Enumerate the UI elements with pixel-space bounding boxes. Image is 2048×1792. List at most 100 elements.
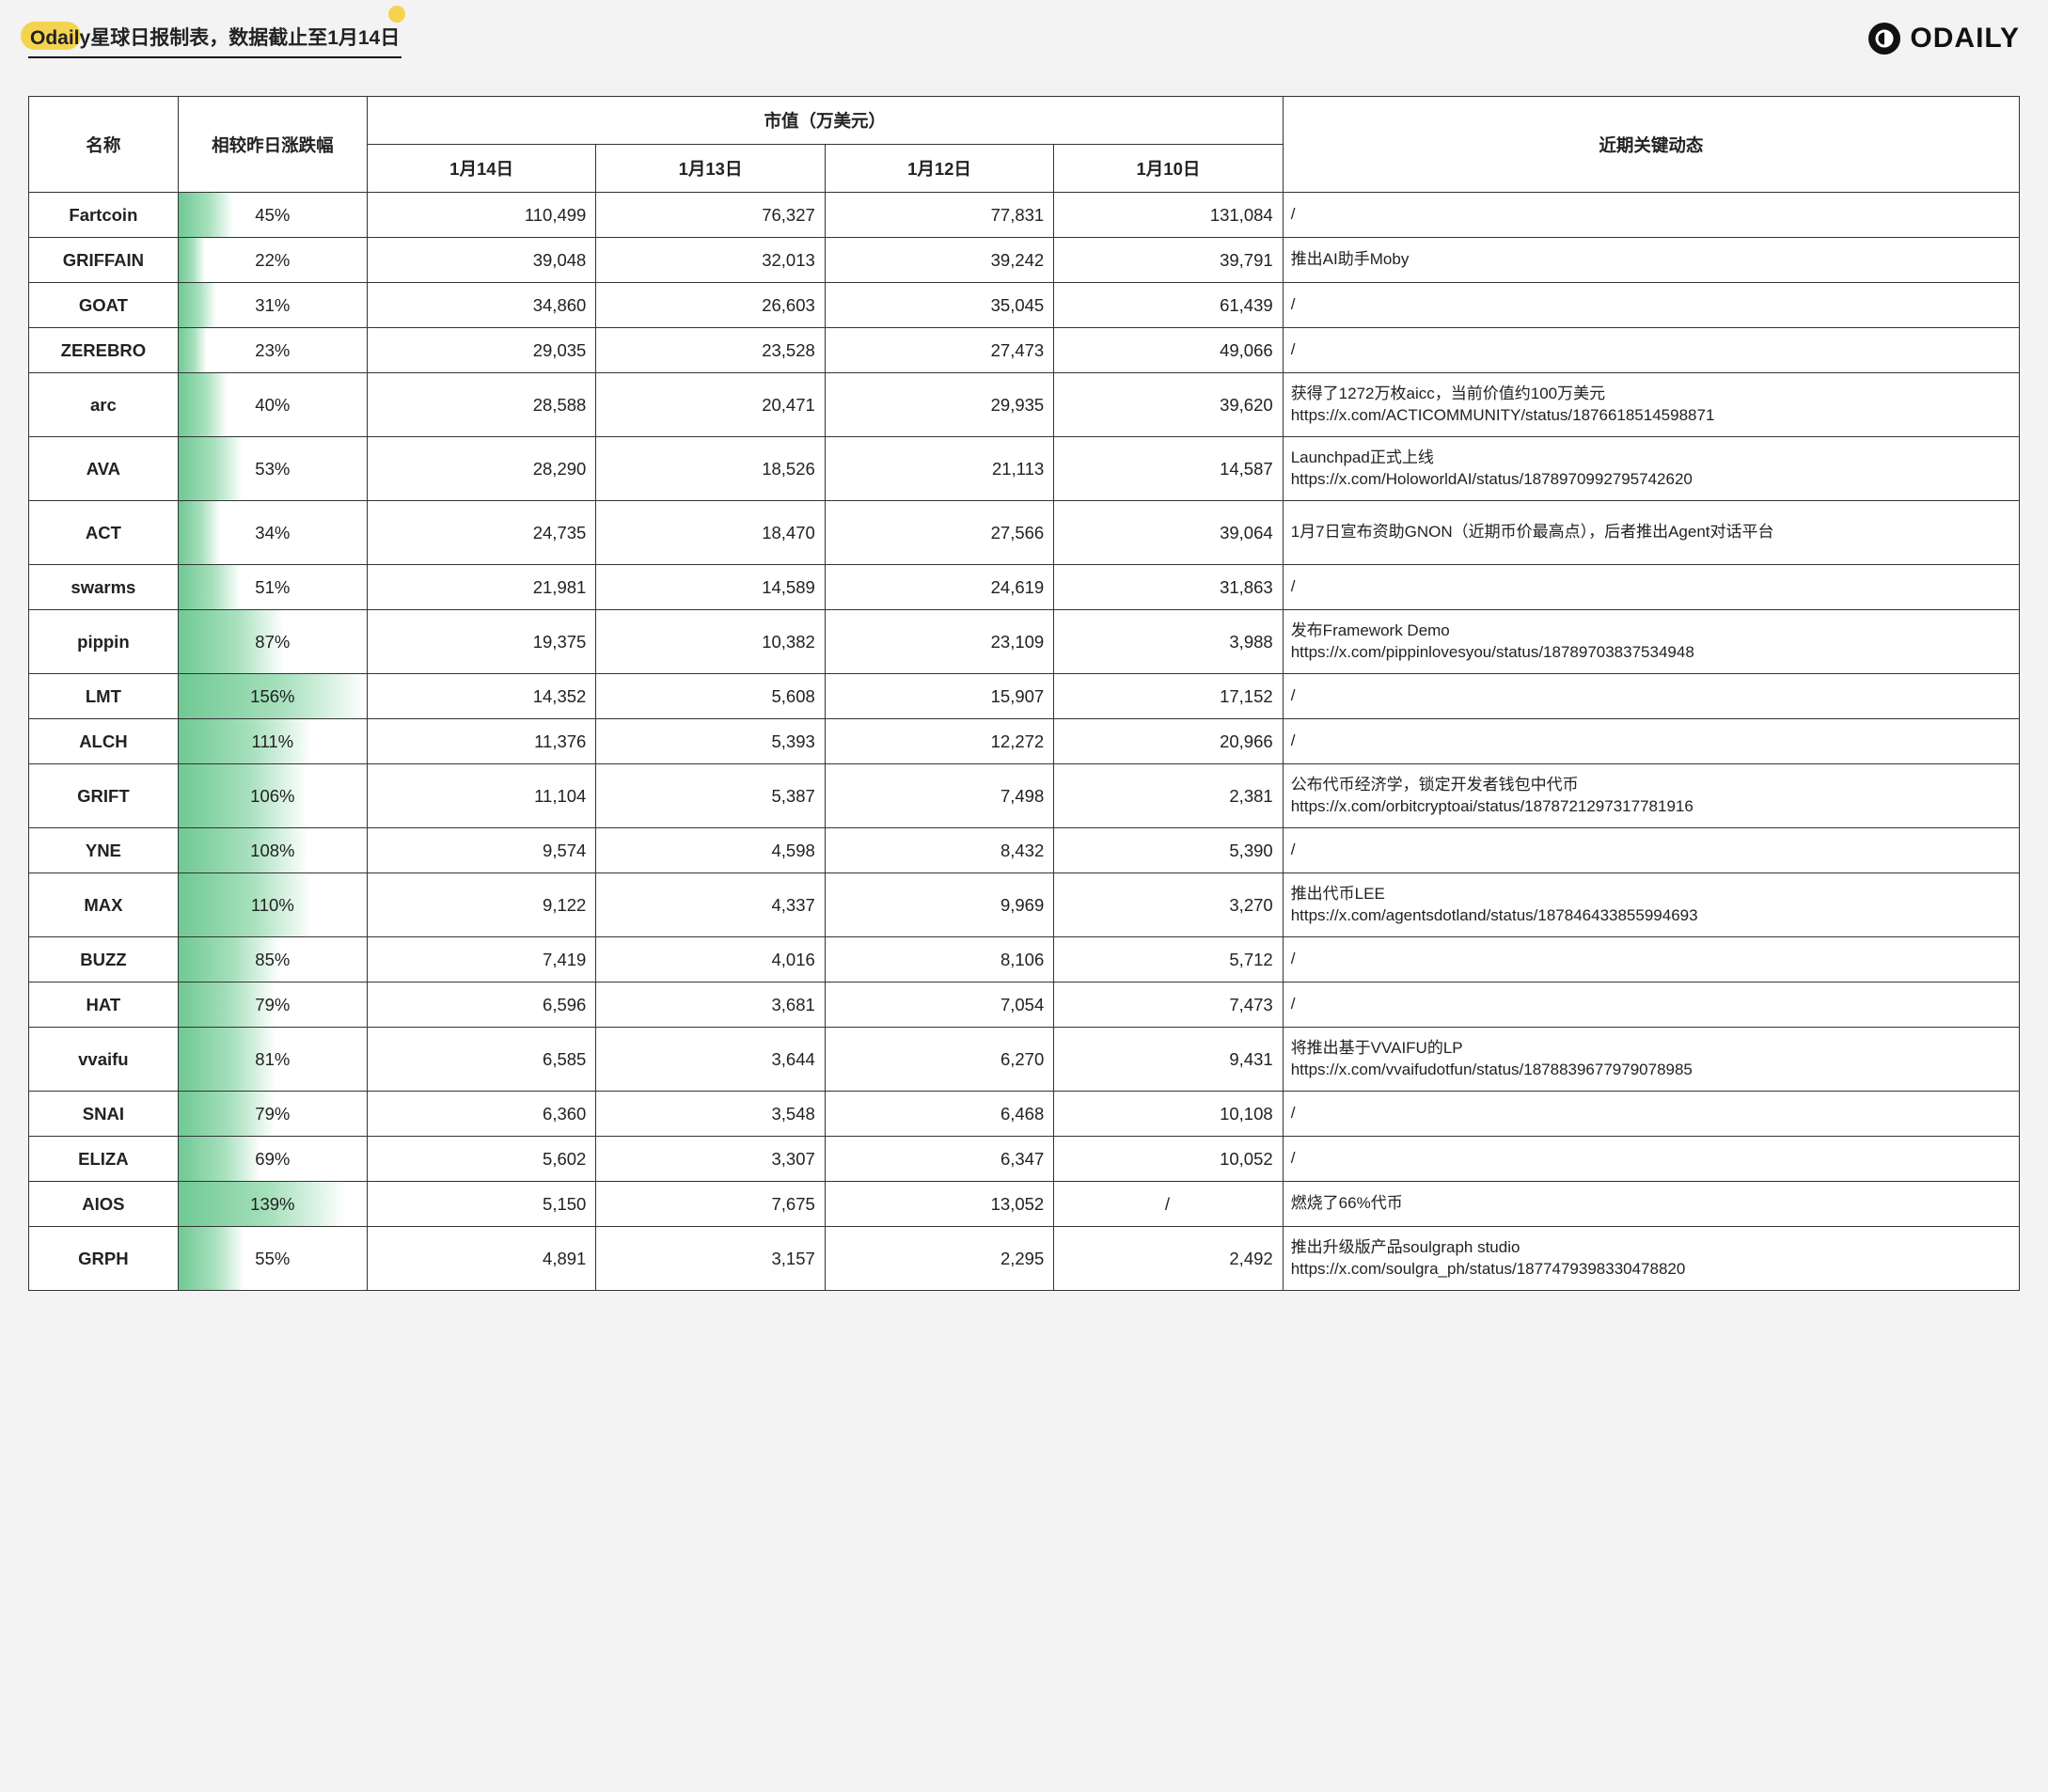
news-cell: 推出升级版产品soulgraph studiohttps://x.com/sou… (1283, 1227, 2019, 1291)
mc-cell: 5,150 (367, 1182, 595, 1227)
name-cell: pippin (29, 610, 179, 674)
mc-cell: 9,969 (825, 873, 1053, 937)
mc-cell: 9,431 (1054, 1028, 1283, 1092)
mc-cell: 20,966 (1054, 719, 1283, 764)
mc-cell: 5,602 (367, 1137, 595, 1182)
mc-cell: 7,675 (596, 1182, 825, 1227)
mc-cell: 20,471 (596, 373, 825, 437)
mc-cell: 24,619 (825, 565, 1053, 610)
news-cell: Launchpad正式上线https://x.com/HoloworldAI/s… (1283, 437, 2019, 501)
table-row: GRIFFAIN22%39,04832,01339,24239,791推出AI助… (29, 238, 2020, 283)
mc-cell: 7,473 (1054, 982, 1283, 1028)
mc-cell: 4,016 (596, 937, 825, 982)
news-cell: / (1283, 283, 2019, 328)
pct-label: 156% (179, 686, 367, 707)
mc-cell: 5,393 (596, 719, 825, 764)
table-row: YNE108%9,5744,5988,4325,390/ (29, 828, 2020, 873)
name-cell: SNAI (29, 1092, 179, 1137)
mc-cell: 10,108 (1054, 1092, 1283, 1137)
name-cell: ZEREBRO (29, 328, 179, 373)
news-cell: 推出AI助手Moby (1283, 238, 2019, 283)
pct-label: 87% (179, 632, 367, 652)
mc-cell: / (1054, 1182, 1283, 1227)
col-mcgroup: 市值（万美元） (367, 97, 1283, 145)
news-cell: / (1283, 193, 2019, 238)
mc-cell: 2,492 (1054, 1227, 1283, 1291)
mc-cell: 6,360 (367, 1092, 595, 1137)
page-title: Odaily星球日报制表，数据截止至1月14日 (28, 19, 402, 58)
mc-cell: 27,566 (825, 501, 1053, 565)
news-cell: / (1283, 328, 2019, 373)
mc-cell: 5,390 (1054, 828, 1283, 873)
col-date-1: 1月13日 (596, 145, 825, 193)
pct-cell: 51% (178, 565, 367, 610)
table-row: AIOS139%5,1507,67513,052/燃烧了66%代币 (29, 1182, 2020, 1227)
table-row: ELIZA69%5,6023,3076,34710,052/ (29, 1137, 2020, 1182)
mc-cell: 3,307 (596, 1137, 825, 1182)
table-row: ZEREBRO23%29,03523,52827,47349,066/ (29, 328, 2020, 373)
news-cell: / (1283, 828, 2019, 873)
pct-label: 31% (179, 295, 367, 316)
news-cell: 公布代币经济学，锁定开发者钱包中代币https://x.com/orbitcry… (1283, 764, 2019, 828)
mc-cell: 35,045 (825, 283, 1053, 328)
table-row: pippin87%19,37510,38223,1093,988发布Framew… (29, 610, 2020, 674)
pct-label: 34% (179, 523, 367, 543)
mc-cell: 5,387 (596, 764, 825, 828)
mc-cell: 61,439 (1054, 283, 1283, 328)
name-cell: BUZZ (29, 937, 179, 982)
name-cell: HAT (29, 982, 179, 1028)
mc-cell: 31,863 (1054, 565, 1283, 610)
mc-cell: 28,588 (367, 373, 595, 437)
pct-cell: 22% (178, 238, 367, 283)
pct-label: 53% (179, 459, 367, 479)
pct-label: 22% (179, 250, 367, 271)
mc-cell: 110,499 (367, 193, 595, 238)
mc-cell: 32,013 (596, 238, 825, 283)
mc-cell: 10,052 (1054, 1137, 1283, 1182)
pct-label: 79% (179, 1104, 367, 1124)
mc-cell: 7,419 (367, 937, 595, 982)
pct-label: 108% (179, 841, 367, 861)
pct-cell: 79% (178, 1092, 367, 1137)
name-cell: vvaifu (29, 1028, 179, 1092)
table-row: swarms51%21,98114,58924,61931,863/ (29, 565, 2020, 610)
mc-cell: 39,791 (1054, 238, 1283, 283)
pct-cell: 23% (178, 328, 367, 373)
mc-cell: 21,981 (367, 565, 595, 610)
pct-cell: 110% (178, 873, 367, 937)
news-cell: 将推出基于VVAIFU的LPhttps://x.com/vvaifudotfun… (1283, 1028, 2019, 1092)
name-cell: arc (29, 373, 179, 437)
mc-cell: 3,988 (1054, 610, 1283, 674)
mc-cell: 14,589 (596, 565, 825, 610)
table-row: HAT79%6,5963,6817,0547,473/ (29, 982, 2020, 1028)
pct-cell: 69% (178, 1137, 367, 1182)
mc-cell: 2,295 (825, 1227, 1053, 1291)
news-cell: / (1283, 719, 2019, 764)
pct-cell: 108% (178, 828, 367, 873)
pct-label: 40% (179, 395, 367, 416)
news-cell: / (1283, 937, 2019, 982)
name-cell: AVA (29, 437, 179, 501)
mc-cell: 26,603 (596, 283, 825, 328)
pct-label: 51% (179, 577, 367, 598)
name-cell: GRIFFAIN (29, 238, 179, 283)
mc-cell: 14,352 (367, 674, 595, 719)
data-table: 名称 相较昨日涨跌幅 市值（万美元） 近期关键动态 1月14日 1月13日 1月… (28, 96, 2020, 1291)
news-cell: 获得了1272万枚aicc，当前价值约100万美元https://x.com/A… (1283, 373, 2019, 437)
pct-label: 139% (179, 1194, 367, 1215)
mc-cell: 3,681 (596, 982, 825, 1028)
mc-cell: 6,468 (825, 1092, 1053, 1137)
mc-cell: 4,598 (596, 828, 825, 873)
mc-cell: 34,860 (367, 283, 595, 328)
table-row: GRIFT106%11,1045,3877,4982,381公布代币经济学，锁定… (29, 764, 2020, 828)
pct-label: 45% (179, 205, 367, 226)
pct-cell: 79% (178, 982, 367, 1028)
brand-logo: ODAILY (1868, 23, 2020, 55)
col-pct: 相较昨日涨跌幅 (178, 97, 367, 193)
mc-cell: 10,382 (596, 610, 825, 674)
mc-cell: 18,526 (596, 437, 825, 501)
pct-label: 69% (179, 1149, 367, 1170)
pct-cell: 34% (178, 501, 367, 565)
mc-cell: 28,290 (367, 437, 595, 501)
news-cell: / (1283, 1137, 2019, 1182)
